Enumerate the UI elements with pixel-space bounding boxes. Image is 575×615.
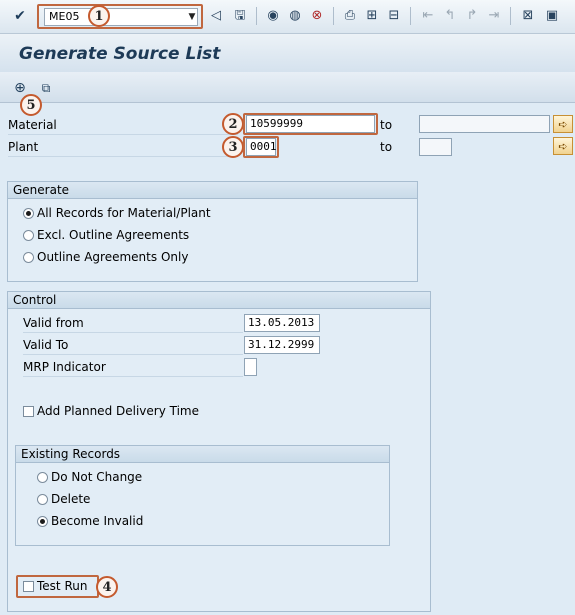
execute-icon[interactable]: ⊕ [12,80,28,96]
step-marker-2: 2 [222,113,244,135]
print-icon[interactable]: ⎙ [342,8,358,24]
toolbar-separator [510,7,511,25]
add-planned-delivery-time-checkbox[interactable] [23,406,34,417]
material-label: Material [8,118,57,132]
radio-do-not-change-label: Do Not Change [51,470,143,484]
row-divider [8,134,238,135]
row-divider [23,354,243,355]
add-planned-delivery-time-label: Add Planned Delivery Time [37,404,199,418]
radio-outline-agreements-only[interactable] [23,252,34,263]
back-icon[interactable]: ◉ [265,8,281,24]
plant-to-input[interactable] [419,138,452,156]
last-page-icon[interactable]: ⇥ [486,8,502,24]
radio-excl-outline-agreements-label: Excl. Outline Agreements [37,228,190,242]
application-toolbar: ⊕ ⧉ [0,72,575,103]
find-icon[interactable]: ⊞ [364,8,380,24]
generate-group-title: Generate [8,182,417,199]
previous-page-icon[interactable]: ↰ [442,8,458,24]
radio-delete[interactable] [37,494,48,505]
shortcut-icon[interactable]: ▣ [544,8,560,24]
system-toolbar: ✔ ME05 ▼ 1 ◁ 🖫 ◉ ◍ ⊗ ⎙ ⊞ ⊟ ⇤ ↰ ↱ ⇥ ⊠ ▣ [0,0,575,34]
cancel-icon[interactable]: ⊗ [309,8,325,24]
test-run-checkbox[interactable] [23,581,34,592]
toolbar-separator [410,7,411,25]
valid-from-input[interactable]: 13.05.2013 [244,314,320,332]
plant-label: Plant [8,140,39,154]
title-bar: Generate Source List [0,34,575,72]
step-marker-4: 4 [96,576,118,598]
radio-delete-label: Delete [51,492,91,506]
toolbar-separator [333,7,334,25]
chevron-down-icon[interactable]: ▼ [186,8,198,26]
plant-multiple-selection-button[interactable]: ➪ [553,137,573,155]
material-to-label: to [380,118,393,132]
radio-do-not-change[interactable] [37,472,48,483]
plant-to-label: to [380,140,393,154]
next-page-icon[interactable]: ↱ [464,8,480,24]
step-marker-5: 5 [20,94,42,116]
find-next-icon[interactable]: ⊟ [386,8,402,24]
command-field[interactable]: ME05 [44,8,198,26]
page-title: Generate Source List [19,44,221,64]
generate-group: Generate All Records for Material/Plant … [7,181,418,282]
save-icon[interactable]: 🖫 [232,8,248,24]
row-divider [23,332,243,333]
step-marker-3: 3 [222,136,244,158]
test-run-label: Test Run [37,579,88,593]
radio-excl-outline-agreements[interactable] [23,230,34,241]
enter-icon[interactable]: ✔ [12,8,28,24]
radio-outline-agreements-only-label: Outline Agreements Only [37,250,189,264]
control-group: Control Valid from 13.05.2013 Valid To 3… [7,291,431,612]
back-triangle-icon[interactable]: ◁ [208,8,224,24]
material-to-input[interactable] [419,115,550,133]
first-page-icon[interactable]: ⇤ [420,8,436,24]
radio-all-records[interactable] [23,208,34,219]
control-group-title: Control [8,292,430,309]
exit-icon[interactable]: ◍ [287,8,303,24]
radio-all-records-label: All Records for Material/Plant [37,206,211,220]
existing-records-group: Existing Records Do Not Change Delete Be… [15,445,390,546]
valid-from-label: Valid from [23,316,84,330]
plant-from-input[interactable]: 0001 [246,138,277,156]
existing-records-title: Existing Records [16,446,389,463]
row-divider [8,156,238,157]
create-session-icon[interactable]: ⊠ [520,8,536,24]
row-divider [23,376,243,377]
radio-become-invalid-label: Become Invalid [51,514,144,528]
valid-to-input[interactable]: 31.12.2999 [244,336,320,354]
valid-to-label: Valid To [23,338,69,352]
mrp-indicator-label: MRP Indicator [23,360,106,374]
mrp-indicator-input[interactable] [244,358,257,376]
material-from-input[interactable]: 10599999 [246,115,375,133]
copy-variant-icon[interactable]: ⧉ [38,80,54,96]
radio-become-invalid[interactable] [37,516,48,527]
toolbar-separator [256,7,257,25]
step-marker-1: 1 [88,5,110,27]
material-multiple-selection-button[interactable]: ➪ [553,115,573,133]
